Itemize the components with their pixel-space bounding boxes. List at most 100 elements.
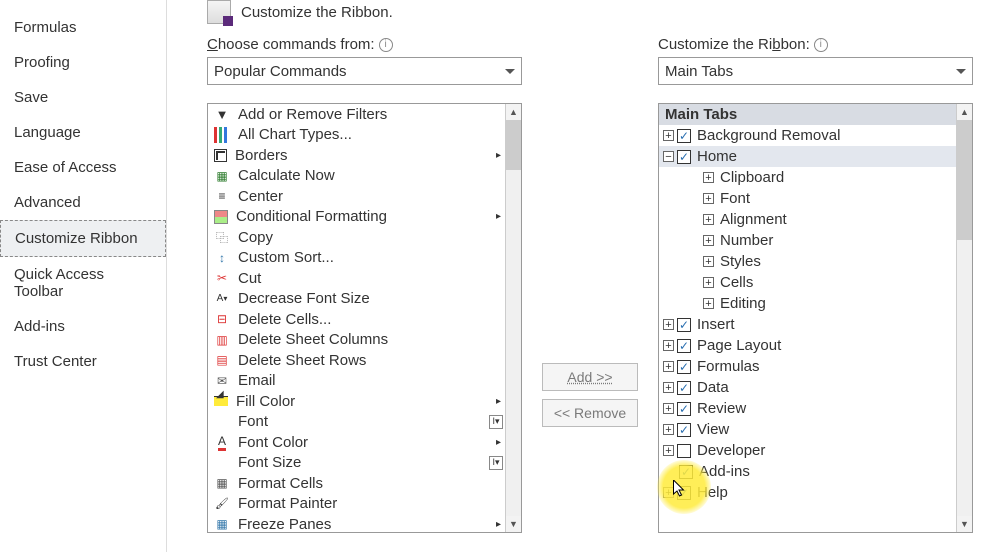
expand-icon[interactable]: + [663, 487, 674, 498]
command-item[interactable]: Delete Sheet Rows [208, 350, 505, 371]
expand-icon[interactable]: + [703, 172, 714, 183]
ribbon-tabs-dropdown[interactable]: Main Tabs [658, 57, 973, 85]
expand-icon[interactable]: + [663, 424, 674, 435]
scroll-down-button[interactable]: ▼ [957, 516, 972, 532]
checkbox[interactable]: ✓ [677, 150, 691, 164]
checkbox[interactable]: ✓ [677, 360, 691, 374]
tree-node[interactable]: +Editing [659, 293, 956, 314]
command-item[interactable]: FontI▾ [208, 412, 505, 433]
scrollbar[interactable]: ▲ ▼ [505, 104, 521, 532]
expand-icon[interactable]: + [703, 193, 714, 204]
command-item[interactable]: Calculate Now [208, 166, 505, 187]
tree-node[interactable]: +✓Help [659, 482, 956, 503]
sidebar-item-add-ins[interactable]: Add-ins [0, 309, 166, 344]
command-item[interactable]: Custom Sort... [208, 248, 505, 269]
command-item[interactable]: Format Cells [208, 473, 505, 494]
info-icon[interactable]: i [379, 38, 393, 52]
command-item[interactable]: Fill Color▸ [208, 391, 505, 412]
command-item[interactable]: Cut [208, 268, 505, 289]
tree-node[interactable]: +✓Data [659, 377, 956, 398]
checkbox[interactable] [677, 444, 691, 458]
tree-node[interactable]: +Number [659, 230, 956, 251]
expand-icon[interactable]: + [703, 256, 714, 267]
info-icon[interactable]: i [814, 38, 828, 52]
sidebar-item-formulas[interactable]: Formulas [0, 10, 166, 45]
checkbox[interactable]: ✓ [679, 465, 693, 479]
tree-node[interactable]: +Styles [659, 251, 956, 272]
chevron-down-icon [505, 69, 515, 74]
checkbox[interactable]: ✓ [677, 402, 691, 416]
submenu-arrow-icon: ▸ [496, 150, 501, 161]
tree-node[interactable]: +✓Page Layout [659, 335, 956, 356]
checkbox[interactable]: ✓ [677, 318, 691, 332]
expand-icon[interactable]: + [663, 361, 674, 372]
blank-icon [214, 414, 230, 430]
expand-icon[interactable]: + [663, 382, 674, 393]
expand-icon[interactable]: + [663, 319, 674, 330]
expand-icon[interactable]: + [703, 235, 714, 246]
checkbox[interactable]: ✓ [677, 339, 691, 353]
tree-node[interactable]: +✓Insert [659, 314, 956, 335]
scroll-up-button[interactable]: ▲ [957, 104, 972, 120]
commands-listbox[interactable]: Add or Remove FiltersAll Chart Types...B… [207, 103, 522, 533]
command-item[interactable]: Decrease Font Size [208, 289, 505, 310]
sidebar-item-save[interactable]: Save [0, 80, 166, 115]
command-item[interactable]: Add or Remove Filters [208, 104, 505, 125]
tree-node[interactable]: +✓Review [659, 398, 956, 419]
add-button[interactable]: Add >> [542, 363, 638, 391]
command-item[interactable]: Delete Sheet Columns [208, 330, 505, 351]
scroll-thumb[interactable] [506, 120, 521, 170]
command-item[interactable]: Borders▸ [208, 145, 505, 166]
sidebar-item-language[interactable]: Language [0, 115, 166, 150]
checkbox[interactable]: ✓ [677, 486, 691, 500]
tree-node[interactable]: +Developer [659, 440, 956, 461]
scroll-down-button[interactable]: ▼ [506, 516, 521, 532]
sidebar-item-customize-ribbon[interactable]: Customize Ribbon [0, 220, 166, 257]
expand-icon[interactable]: + [703, 277, 714, 288]
command-item[interactable]: Font SizeI▾ [208, 453, 505, 474]
tabs-tree[interactable]: Main Tabs +✓Background Removal−✓Home+Cli… [658, 103, 973, 533]
tree-node[interactable]: ✓Add-ins [659, 461, 956, 482]
scrollbar[interactable]: ▲ ▼ [956, 104, 972, 532]
checkbox[interactable]: ✓ [677, 129, 691, 143]
tree-node[interactable]: +✓View [659, 419, 956, 440]
expand-icon[interactable]: + [703, 214, 714, 225]
sidebar-item-ease-of-access[interactable]: Ease of Access [0, 150, 166, 185]
sidebar-item-advanced[interactable]: Advanced [0, 185, 166, 220]
tree-node[interactable]: +Font [659, 188, 956, 209]
options-sidebar: FormulasProofingSaveLanguageEase of Acce… [0, 0, 167, 552]
scroll-thumb[interactable] [957, 120, 972, 240]
expand-icon[interactable]: + [663, 130, 674, 141]
expand-icon[interactable]: + [663, 403, 674, 414]
collapse-icon[interactable]: − [663, 151, 674, 162]
i-fontcolor-icon [214, 434, 230, 450]
command-item[interactable]: Center [208, 186, 505, 207]
command-label: Copy [238, 229, 273, 246]
expand-icon[interactable]: + [663, 340, 674, 351]
tree-node[interactable]: +Cells [659, 272, 956, 293]
choose-commands-dropdown[interactable]: Popular Commands [207, 57, 522, 85]
command-item[interactable]: Conditional Formatting▸ [208, 207, 505, 228]
tree-node[interactable]: +✓ Background Removal [659, 125, 956, 146]
tree-node[interactable]: +Clipboard [659, 167, 956, 188]
tree-node-label: Background Removal [697, 127, 840, 144]
tree-node[interactable]: −✓Home [659, 146, 956, 167]
sidebar-item-proofing[interactable]: Proofing [0, 45, 166, 80]
command-item[interactable]: Format Painter [208, 494, 505, 515]
command-item[interactable]: Delete Cells... [208, 309, 505, 330]
tree-node[interactable]: +Alignment [659, 209, 956, 230]
command-item[interactable]: Email [208, 371, 505, 392]
command-item[interactable]: Freeze Panes▸ [208, 514, 505, 532]
command-item[interactable]: Copy [208, 227, 505, 248]
scroll-up-button[interactable]: ▲ [506, 104, 521, 120]
expand-icon[interactable]: + [703, 298, 714, 309]
expand-icon[interactable]: + [663, 445, 674, 456]
command-item[interactable]: All Chart Types... [208, 125, 505, 146]
remove-button[interactable]: << Remove [542, 399, 638, 427]
tree-node[interactable]: +✓Formulas [659, 356, 956, 377]
command-item[interactable]: Font Color▸ [208, 432, 505, 453]
checkbox[interactable]: ✓ [677, 423, 691, 437]
sidebar-item-quick-access-toolbar[interactable]: Quick Access Toolbar [0, 257, 166, 309]
checkbox[interactable]: ✓ [677, 381, 691, 395]
sidebar-item-trust-center[interactable]: Trust Center [0, 344, 166, 379]
